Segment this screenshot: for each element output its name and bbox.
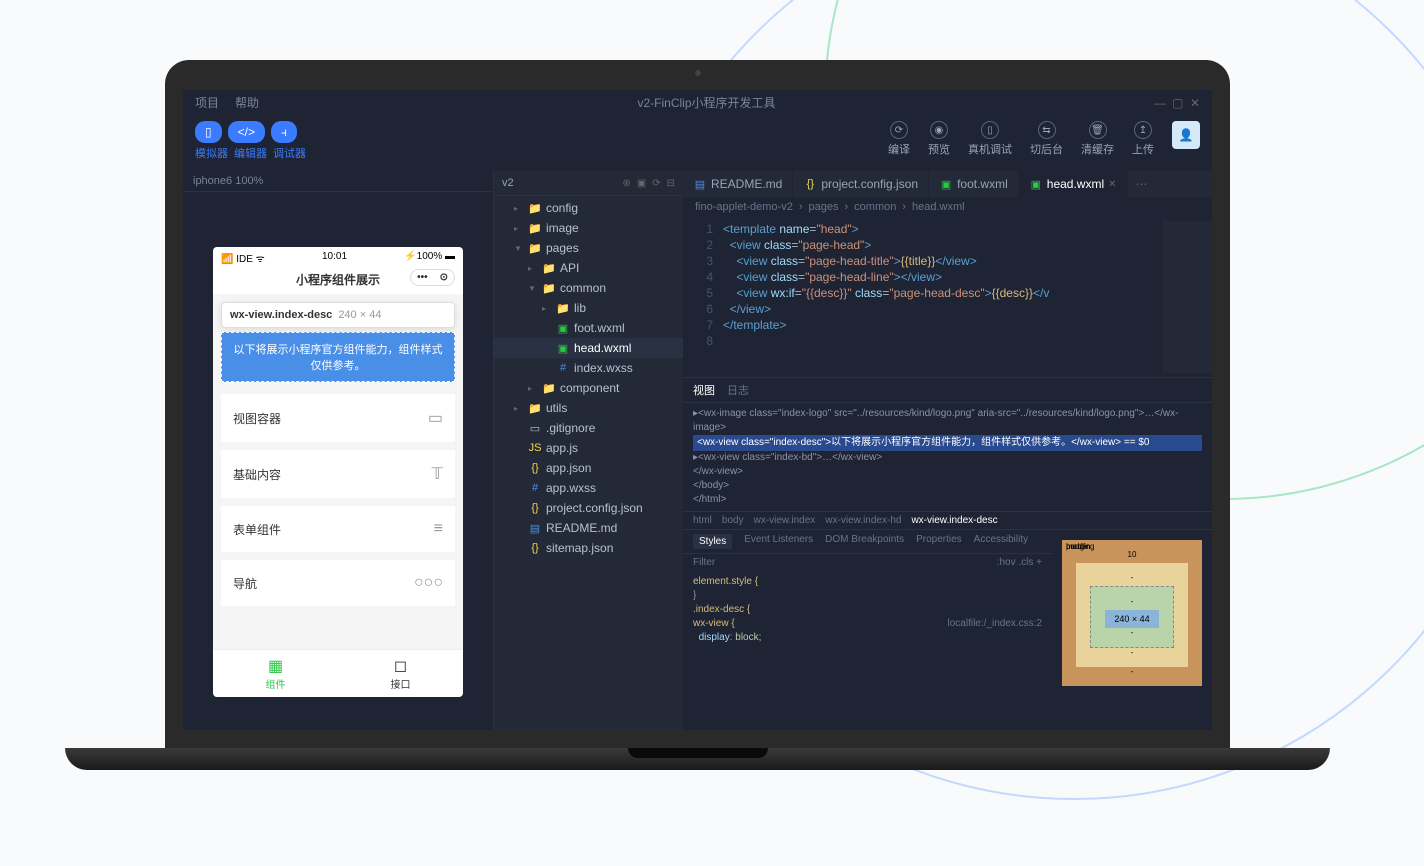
close-tab-icon[interactable]: ✕ — [1108, 179, 1116, 190]
minimap[interactable] — [1162, 221, 1212, 373]
devtools-tab-log[interactable]: 日志 — [727, 382, 749, 398]
upload-button[interactable]: ↥上传 — [1132, 121, 1154, 157]
status-time: 10:01 — [322, 251, 347, 265]
page-title: 小程序组件展示 — [296, 273, 380, 287]
new-folder-icon[interactable]: ▣ — [637, 178, 646, 189]
tree-item-component[interactable]: ▸📁component — [494, 378, 683, 398]
tab-api[interactable]: ◻接口 — [338, 650, 463, 697]
editor-toggle[interactable]: </> — [228, 121, 265, 143]
tree-item-config[interactable]: ▸📁config — [494, 198, 683, 218]
tree-item-image[interactable]: ▸📁image — [494, 218, 683, 238]
tree-item-app.json[interactable]: {}app.json — [494, 458, 683, 478]
tree-root[interactable]: v2 — [502, 177, 514, 189]
minimize-icon[interactable]: — — [1154, 96, 1164, 110]
code-editor[interactable]: 12345678 <template name="head"> <view cl… — [683, 217, 1212, 377]
tab-foot.wxml[interactable]: ▣foot.wxml — [929, 171, 1019, 197]
collapse-icon[interactable]: ⊟ — [667, 178, 675, 189]
list-item[interactable]: 视图容器▭ — [221, 394, 455, 442]
clear-cache-button[interactable]: 🗑清缓存 — [1081, 121, 1114, 157]
tab-project.config.json[interactable]: {}project.config.json — [793, 171, 929, 197]
refresh-icon[interactable]: ⟳ — [652, 178, 660, 189]
compile-button[interactable]: ⟳编译 — [888, 121, 910, 157]
debugger-label: 调试器 — [273, 145, 306, 161]
device-selector[interactable]: iphone6 100% — [183, 171, 493, 192]
css-rules[interactable]: element.style {}.index-desc {</span></di… — [683, 571, 1052, 649]
list-item[interactable]: 导航○○○ — [221, 560, 455, 606]
tree-item-head.wxml[interactable]: ▣head.wxml — [494, 338, 683, 358]
simulator-label: 模拟器 — [195, 145, 228, 161]
styles-filter[interactable]: Filter — [693, 557, 715, 568]
styles-tabs[interactable]: Styles Event Listeners DOM Breakpoints Prop… — [683, 530, 1052, 554]
editor-tabs: ▤README.md{}project.config.json▣foot.wxm… — [683, 171, 1212, 197]
tab-README.md[interactable]: ▤README.md — [683, 171, 793, 197]
dom-breadcrumb[interactable]: htmlbodywx-view.indexwx-view.index-hdwx-… — [683, 511, 1212, 529]
index-desc[interactable]: 以下将展示小程序官方组件能力，组件样式仅供参考。 — [221, 332, 455, 382]
toolbar: ▯ </> ⫞ 模拟器 编辑器 调试器 ⟳编译 ◉预览 ▯真机调试 ⇆切后台 — [183, 115, 1212, 171]
editor-label: 编辑器 — [234, 145, 267, 161]
tree-item-pages[interactable]: ▼📁pages — [494, 238, 683, 258]
preview-button[interactable]: ◉预览 — [928, 121, 950, 157]
tree-item-lib[interactable]: ▸📁lib — [494, 298, 683, 318]
simulator-panel: iphone6 100% 📶 IDE ᯤ 10:01 ⚡100% ▬ 小程序组件… — [183, 171, 493, 730]
selected-dom-node: <wx-view class="index-desc">以下将展示小程序官方组件… — [693, 435, 1202, 451]
window-title: v2-FinClip小程序开发工具 — [275, 94, 1138, 111]
debugger-toggle[interactable]: ⫞ — [271, 121, 297, 143]
new-file-icon[interactable]: ⊕ — [622, 178, 630, 189]
devtools-tab-view[interactable]: 视图 — [693, 382, 715, 398]
tree-item-index.wxss[interactable]: #index.wxss — [494, 358, 683, 378]
capsule-close-icon[interactable]: ⊙ — [434, 270, 454, 285]
capsule-more-icon[interactable]: ••• — [411, 270, 434, 285]
status-battery: ⚡100% ▬ — [404, 251, 455, 265]
capsule[interactable]: ••• ⊙ — [410, 269, 455, 286]
menu-project[interactable]: 项目 — [195, 94, 219, 111]
hov-toggle[interactable]: :hov — [997, 557, 1016, 568]
breadcrumb[interactable]: fino-applet-demo-v2›pages›common›head.wx… — [683, 197, 1212, 217]
styles-tab-properties[interactable]: Properties — [916, 534, 962, 549]
dom-tree[interactable]: ▸<wx-image class="index-logo" src="../re… — [683, 403, 1212, 511]
cls-toggle[interactable]: .cls — [1018, 557, 1033, 568]
remote-debug-button[interactable]: ▯真机调试 — [968, 121, 1012, 157]
ide-window: 项目 帮助 v2-FinClip小程序开发工具 — ▢ ✕ ▯ </> ⫞ — [183, 90, 1212, 730]
tree-item-project.config.json[interactable]: {}project.config.json — [494, 498, 683, 518]
maximize-icon[interactable]: ▢ — [1172, 96, 1182, 110]
tree-item-.gitignore[interactable]: ▭.gitignore — [494, 418, 683, 438]
styles-tab-accessibility[interactable]: Accessibility — [974, 534, 1028, 549]
tree-item-API[interactable]: ▸📁API — [494, 258, 683, 278]
list-item[interactable]: 表单组件≡ — [221, 506, 455, 552]
tab-component[interactable]: ▦组件 — [213, 650, 338, 697]
camera-dot — [695, 70, 701, 76]
styles-tab-styles[interactable]: Styles — [693, 534, 732, 549]
tab-head.wxml[interactable]: ▣head.wxml✕ — [1019, 171, 1128, 197]
menubar: 项目 帮助 v2-FinClip小程序开发工具 — ▢ ✕ — [183, 90, 1212, 115]
background-button[interactable]: ⇆切后台 — [1030, 121, 1063, 157]
tree-item-app.js[interactable]: JSapp.js — [494, 438, 683, 458]
list-item[interactable]: 基础内容𝕋 — [221, 450, 455, 498]
styles-tab-event-listeners[interactable]: Event Listeners — [744, 534, 813, 549]
tree-item-foot.wxml[interactable]: ▣foot.wxml — [494, 318, 683, 338]
tabs-overflow-icon[interactable]: ⋯ — [1128, 177, 1156, 191]
add-rule-icon[interactable]: + — [1036, 557, 1042, 568]
laptop-frame: 项目 帮助 v2-FinClip小程序开发工具 — ▢ ✕ ▯ </> ⫞ — [165, 60, 1230, 770]
tree-item-utils[interactable]: ▸📁utils — [494, 398, 683, 418]
tree-item-app.wxss[interactable]: #app.wxss — [494, 478, 683, 498]
menu-help[interactable]: 帮助 — [235, 94, 259, 111]
devtools: 视图 日志 ▸<wx-image class="index-logo" src=… — [683, 377, 1212, 730]
avatar[interactable]: 👤 — [1172, 121, 1200, 149]
file-explorer: v2 ⊕ ▣ ⟳ ⊟ ▸📁config▸📁image▼📁pages▸📁API▼📁… — [493, 171, 683, 730]
status-carrier: 📶 IDE ᯤ — [221, 251, 265, 265]
close-icon[interactable]: ✕ — [1190, 96, 1200, 110]
tree-item-sitemap.json[interactable]: {}sitemap.json — [494, 538, 683, 558]
simulator-toggle[interactable]: ▯ — [195, 121, 222, 143]
phone-preview: 📶 IDE ᯤ 10:01 ⚡100% ▬ 小程序组件展示 ••• ⊙ — [213, 247, 463, 697]
box-model: margin 10 border - padding - 240 × 4 — [1052, 530, 1212, 730]
styles-tab-dom-breakpoints[interactable]: DOM Breakpoints — [825, 534, 904, 549]
tree-item-README.md[interactable]: ▤README.md — [494, 518, 683, 538]
tree-item-common[interactable]: ▼📁common — [494, 278, 683, 298]
inspect-tooltip: wx-view.index-desc240 × 44 — [221, 302, 455, 328]
